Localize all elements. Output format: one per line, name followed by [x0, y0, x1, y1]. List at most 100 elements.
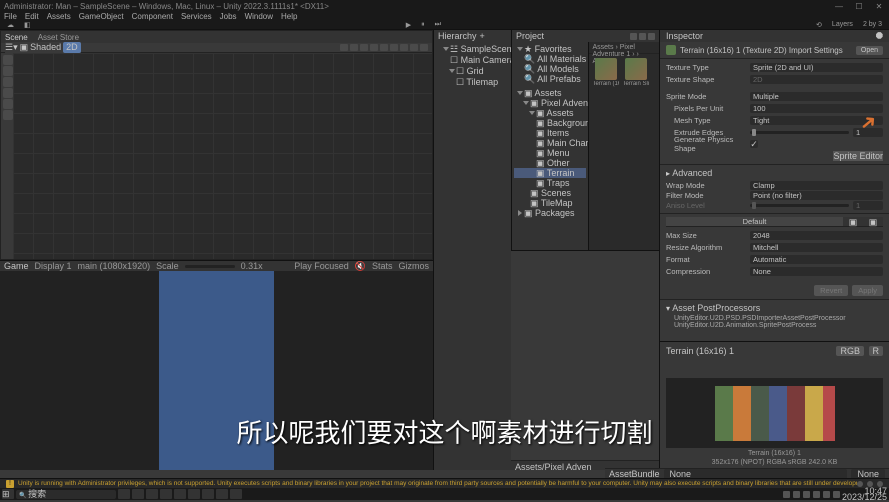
- platform-tab-pc[interactable]: ▣: [843, 217, 863, 226]
- folder-terrain[interactable]: ▣ Terrain: [514, 168, 586, 178]
- extrude-value[interactable]: 1: [853, 128, 883, 137]
- minimize-icon[interactable]: —: [833, 2, 845, 10]
- gizmos-toggle[interactable]: Gizmos: [398, 261, 429, 271]
- folder-items[interactable]: ▣ Items: [514, 128, 586, 138]
- menu-window[interactable]: Window: [245, 12, 273, 21]
- sprite-editor-button[interactable]: Sprite Editor: [833, 151, 883, 161]
- fav-models[interactable]: 🔍 All Models: [514, 64, 586, 74]
- scene-tool-8[interactable]: [410, 44, 418, 51]
- folder-other[interactable]: ▣ Other: [514, 158, 586, 168]
- scene-tool-7[interactable]: [400, 44, 408, 51]
- taskbar-app-9[interactable]: [230, 489, 242, 499]
- format-dropdown[interactable]: Automatic: [750, 255, 883, 264]
- resolution-dropdown[interactable]: main (1080x1920): [78, 261, 151, 271]
- hierarchy-grid[interactable]: ☐ Grid: [436, 66, 509, 77]
- postprocessors-foldout[interactable]: ▾ Asset PostProcessors: [666, 303, 883, 313]
- maximize-icon[interactable]: ☐: [853, 2, 865, 10]
- game-viewport[interactable]: [0, 271, 433, 470]
- assets-folder[interactable]: ▣ Assets: [514, 88, 586, 98]
- tray-icon-1[interactable]: [783, 491, 790, 498]
- progress-icon[interactable]: [857, 481, 863, 487]
- taskbar-clock[interactable]: 10:47 2023/12/25: [842, 488, 887, 500]
- platform-tab-default[interactable]: Default: [666, 217, 843, 226]
- assetbundle-variant-dropdown[interactable]: None: [851, 469, 885, 479]
- rotate-tool[interactable]: [3, 77, 13, 87]
- advanced-foldout[interactable]: ▸ Advanced: [666, 168, 883, 178]
- compression-dropdown[interactable]: None: [750, 267, 883, 276]
- revert-button[interactable]: Revert: [814, 285, 848, 296]
- vcs-icon[interactable]: ◧: [21, 21, 34, 29]
- hierarchy-main-camera[interactable]: ☐ Main Camera: [436, 55, 509, 66]
- console-statusbar[interactable]: ! Unity is running with Administrator pr…: [0, 478, 889, 488]
- fav-prefabs[interactable]: 🔍 All Prefabs: [514, 74, 586, 84]
- tray-icon-4[interactable]: [813, 491, 820, 498]
- fav-materials[interactable]: 🔍 All Materials: [514, 54, 586, 64]
- scale-slider[interactable]: [185, 265, 235, 268]
- preview-r-button[interactable]: R: [869, 346, 884, 356]
- scene-tool-2[interactable]: [350, 44, 358, 51]
- menu-edit[interactable]: Edit: [25, 12, 39, 21]
- menu-services[interactable]: Services: [181, 12, 212, 21]
- shading-dropdown[interactable]: Shaded: [30, 42, 61, 53]
- favorites-header[interactable]: ★ Favorites: [514, 44, 586, 54]
- ppu-field[interactable]: 100: [750, 104, 883, 113]
- rect-tool[interactable]: [3, 99, 13, 109]
- folder-pixel-adventure[interactable]: ▣ Pixel Adventure 1: [514, 98, 586, 108]
- resize-algo-dropdown[interactable]: Mitchell: [750, 243, 883, 252]
- scene-gizmos-toggle[interactable]: [420, 44, 428, 51]
- scene-tool-3[interactable]: [360, 44, 368, 51]
- tab-asset-store[interactable]: Asset Store: [38, 33, 79, 42]
- folder-menu[interactable]: ▣ Menu: [514, 148, 586, 158]
- project-visibility-icon[interactable]: [639, 33, 646, 40]
- tray-volume-icon[interactable]: [833, 491, 840, 498]
- project-menu-icon[interactable]: [648, 33, 655, 40]
- folder-traps[interactable]: ▣ Traps: [514, 178, 586, 188]
- play-focused-dropdown[interactable]: Play Focused: [294, 261, 349, 271]
- texture-type-dropdown[interactable]: Sprite (2D and UI): [750, 63, 883, 72]
- menu-jobs[interactable]: Jobs: [220, 12, 237, 21]
- pause-icon[interactable]: ⏸: [418, 21, 428, 29]
- folder-tilemap[interactable]: ▣ TileMap: [514, 198, 586, 208]
- scale-tool[interactable]: [3, 88, 13, 98]
- assetbundle-dropdown[interactable]: None: [664, 469, 848, 479]
- taskbar-app-2[interactable]: [132, 489, 144, 499]
- folder-main-characters[interactable]: ▣ Main Characters: [514, 138, 586, 148]
- platform-tab-server[interactable]: ▣: [863, 217, 883, 226]
- step-icon[interactable]: ⏭: [432, 21, 444, 29]
- scene-tool-5[interactable]: [380, 44, 388, 51]
- taskbar-app-7[interactable]: [202, 489, 214, 499]
- tab-game[interactable]: Game: [4, 261, 29, 271]
- taskbar-app-8[interactable]: [216, 489, 228, 499]
- hierarchy-tilemap[interactable]: ☐ Tilemap: [436, 77, 509, 88]
- wrap-mode-dropdown[interactable]: Clamp: [750, 181, 883, 190]
- tray-icon-3[interactable]: [803, 491, 810, 498]
- 2d-toggle[interactable]: 2D: [63, 42, 81, 53]
- preview-rgb-button[interactable]: RGB: [836, 346, 864, 356]
- scene-tool-menu[interactable]: ☰▾: [5, 42, 18, 53]
- project-lock-icon[interactable]: [630, 33, 637, 40]
- folder-assets-inner[interactable]: ▣ Assets: [514, 108, 586, 118]
- stats-toggle[interactable]: Stats: [372, 261, 393, 271]
- folder-background[interactable]: ▣ Background: [514, 118, 586, 128]
- start-button[interactable]: ⊞: [2, 489, 14, 499]
- tray-icon-2[interactable]: [793, 491, 800, 498]
- breadcrumb[interactable]: Assets › Pixel Adventure 1 › › Asse: [589, 42, 660, 54]
- mesh-type-dropdown[interactable]: Tight: [750, 116, 883, 125]
- tab-project[interactable]: Project: [516, 31, 544, 41]
- menu-help[interactable]: Help: [281, 12, 297, 21]
- layers-dropdown[interactable]: Layers: [829, 21, 856, 28]
- scene-tool-4[interactable]: [370, 44, 378, 51]
- display-dropdown[interactable]: Display 1: [35, 261, 72, 271]
- sprite-mode-dropdown[interactable]: Multiple: [750, 92, 883, 101]
- tab-scene[interactable]: Scene: [5, 33, 28, 42]
- layout-dropdown[interactable]: 2 by 3: [860, 21, 885, 28]
- menu-assets[interactable]: Assets: [47, 12, 71, 21]
- tab-hierarchy[interactable]: Hierarchy: [438, 31, 477, 41]
- open-button[interactable]: Open: [856, 46, 883, 55]
- extrude-slider[interactable]: [750, 131, 849, 134]
- packages-folder[interactable]: ▣ Packages: [514, 208, 586, 218]
- tray-network-icon[interactable]: [823, 491, 830, 498]
- undo-history-icon[interactable]: ⟲: [813, 21, 825, 29]
- menu-component[interactable]: Component: [132, 12, 173, 21]
- taskbar-app-5[interactable]: [174, 489, 186, 499]
